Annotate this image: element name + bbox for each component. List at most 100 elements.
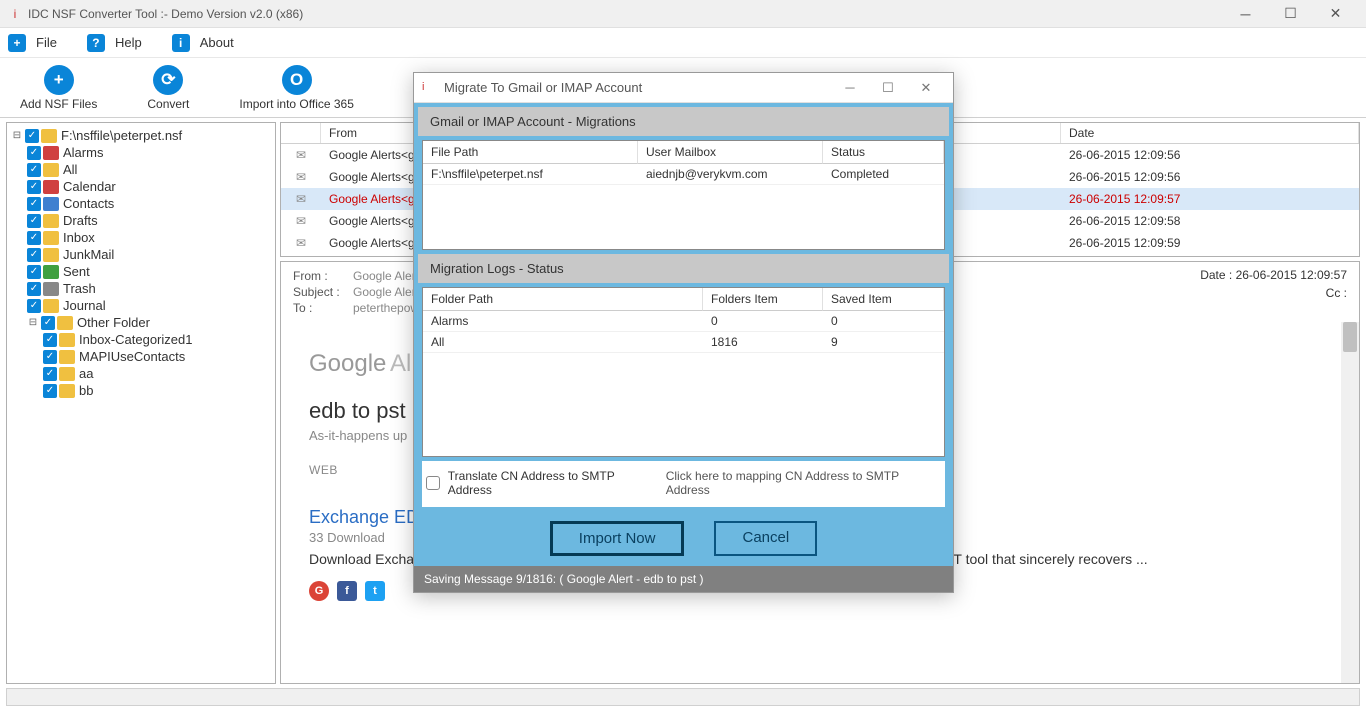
calendar-icon [43, 180, 59, 194]
accounts-table[interactable]: File Path User Mailbox Status F:\nsffile… [422, 140, 945, 250]
app-icon: i [8, 7, 22, 21]
facebook-icon[interactable]: f [337, 581, 357, 601]
migration-status-text: Saving Message 9/1816: ( Google Alert - … [414, 566, 953, 592]
envelope-icon: ✉ [281, 168, 321, 186]
envelope-icon: ✉ [281, 256, 321, 257]
mapping-hint-link[interactable]: Click here to mapping CN Address to SMTP… [666, 469, 941, 497]
foldersitem-column-header: Folders Item [703, 288, 823, 311]
tree-item[interactable]: ✓JunkMail [11, 246, 271, 263]
table-row[interactable]: Alarms 0 0 [423, 311, 944, 332]
section-header-logs: Migration Logs - Status [418, 254, 949, 283]
maximize-button[interactable]: ☐ [1268, 2, 1313, 26]
from-label: From : [293, 269, 353, 283]
tree-item[interactable]: ✓Calendar [11, 178, 271, 195]
date-label: Date : [1200, 268, 1232, 282]
status-column-header: Status [823, 141, 944, 164]
minimize-button[interactable]: ─ [1223, 2, 1268, 26]
envelope-icon: ✉ [281, 234, 321, 252]
translate-cn-label: Translate CN Address to SMTP Address [448, 469, 658, 497]
inbox-icon [43, 231, 59, 245]
about-menu-icon: i [172, 34, 190, 52]
tree-item[interactable]: ✓Drafts [11, 212, 271, 229]
tree-item[interactable]: ✓Alarms [11, 144, 271, 161]
date-column-header[interactable]: Date [1061, 123, 1359, 143]
checkbox-icon[interactable]: ✓ [27, 299, 41, 313]
scroll-thumb[interactable] [1343, 322, 1357, 352]
folder-tree[interactable]: ⊟ ✓ F:\nsffile\peterpet.nsf ✓Alarms ✓All… [6, 122, 276, 684]
tree-item[interactable]: ✓Inbox [11, 229, 271, 246]
menu-bar: + File ? Help i About [0, 28, 1366, 58]
tree-item[interactable]: ✓aa [11, 365, 271, 382]
checkbox-icon[interactable]: ✓ [41, 316, 55, 330]
checkbox-icon[interactable]: ✓ [27, 180, 41, 194]
checkbox-icon[interactable]: ✓ [27, 248, 41, 262]
folder-icon [59, 367, 75, 381]
google-logo-text: Google [309, 350, 386, 377]
tree-item[interactable]: ✓Inbox-Categorized1 [11, 331, 271, 348]
checkbox-icon[interactable]: ✓ [25, 129, 39, 143]
saveditem-column-header: Saved Item [823, 288, 944, 311]
twitter-icon[interactable]: t [365, 581, 385, 601]
collapse-icon[interactable]: ⊟ [27, 317, 39, 328]
convert-icon: ⟳ [153, 65, 183, 95]
to-label: To : [293, 301, 353, 315]
tree-item[interactable]: ✓Sent [11, 263, 271, 280]
dialog-title: Migrate To Gmail or IMAP Account [444, 80, 831, 95]
dialog-close-button[interactable]: ✕ [907, 76, 945, 100]
dialog-maximize-button[interactable]: ☐ [869, 76, 907, 100]
tree-item[interactable]: ✓Trash [11, 280, 271, 297]
google-plus-icon[interactable]: G [309, 581, 329, 601]
filepath-column-header: File Path [423, 141, 638, 164]
checkbox-icon[interactable]: ✓ [27, 197, 41, 211]
logs-table[interactable]: Folder Path Folders Item Saved Item Alar… [422, 287, 945, 457]
journal-icon [43, 299, 59, 313]
plus-icon: + [44, 65, 74, 95]
checkbox-icon[interactable]: ✓ [27, 214, 41, 228]
folder-icon [59, 333, 75, 347]
checkbox-icon[interactable]: ✓ [27, 163, 41, 177]
envelope-icon: ✉ [281, 212, 321, 230]
file-menu[interactable]: File [36, 35, 57, 50]
table-row[interactable]: All 1816 9 [423, 332, 944, 353]
checkbox-icon[interactable]: ✓ [27, 146, 41, 160]
main-titlebar: i IDC NSF Converter Tool :- Demo Version… [0, 0, 1366, 28]
checkbox-icon[interactable]: ✓ [43, 384, 57, 398]
vertical-scrollbar[interactable] [1341, 322, 1359, 683]
close-button[interactable]: ✕ [1313, 2, 1358, 26]
sent-icon [43, 265, 59, 279]
tree-item[interactable]: ✓bb [11, 382, 271, 399]
tree-item[interactable]: ✓Contacts [11, 195, 271, 212]
help-menu[interactable]: Help [115, 35, 142, 50]
checkbox-icon[interactable]: ✓ [43, 350, 57, 364]
folder-icon [57, 316, 73, 330]
help-menu-icon: ? [87, 34, 105, 52]
mailbox-column-header: User Mailbox [638, 141, 823, 164]
dialog-icon: i [422, 81, 436, 95]
translate-cn-checkbox[interactable] [426, 476, 440, 490]
checkbox-icon[interactable]: ✓ [43, 333, 57, 347]
dialog-minimize-button[interactable]: ─ [831, 76, 869, 100]
import-office365-button[interactable]: O Import into Office 365 [239, 65, 354, 111]
about-menu[interactable]: About [200, 35, 234, 50]
checkbox-icon[interactable]: ✓ [27, 282, 41, 296]
cancel-button[interactable]: Cancel [714, 521, 817, 556]
table-row[interactable]: F:\nsffile\peterpet.nsf aiednjb@verykvm.… [423, 164, 944, 185]
import-now-button[interactable]: Import Now [550, 521, 685, 556]
tree-item[interactable]: ✓Journal [11, 297, 271, 314]
drafts-icon [43, 214, 59, 228]
add-nsf-button[interactable]: + Add NSF Files [20, 65, 97, 111]
tree-root[interactable]: ⊟ ✓ F:\nsffile\peterpet.nsf [11, 127, 271, 144]
collapse-icon[interactable]: ⊟ [11, 130, 23, 141]
checkbox-icon[interactable]: ✓ [43, 367, 57, 381]
tree-item[interactable]: ✓All [11, 161, 271, 178]
checkbox-icon[interactable]: ✓ [27, 231, 41, 245]
tree-item[interactable]: ⊟✓Other Folder [11, 314, 271, 331]
envelope-icon: ✉ [281, 146, 321, 164]
app-title: IDC NSF Converter Tool :- Demo Version v… [28, 7, 1223, 21]
folderpath-column-header: Folder Path [423, 288, 703, 311]
checkbox-icon[interactable]: ✓ [27, 265, 41, 279]
migrate-dialog: i Migrate To Gmail or IMAP Account ─ ☐ ✕… [413, 72, 954, 593]
convert-button[interactable]: ⟳ Convert [147, 65, 189, 111]
tree-item[interactable]: ✓MAPIUseContacts [11, 348, 271, 365]
envelope-icon: ✉ [281, 190, 321, 208]
